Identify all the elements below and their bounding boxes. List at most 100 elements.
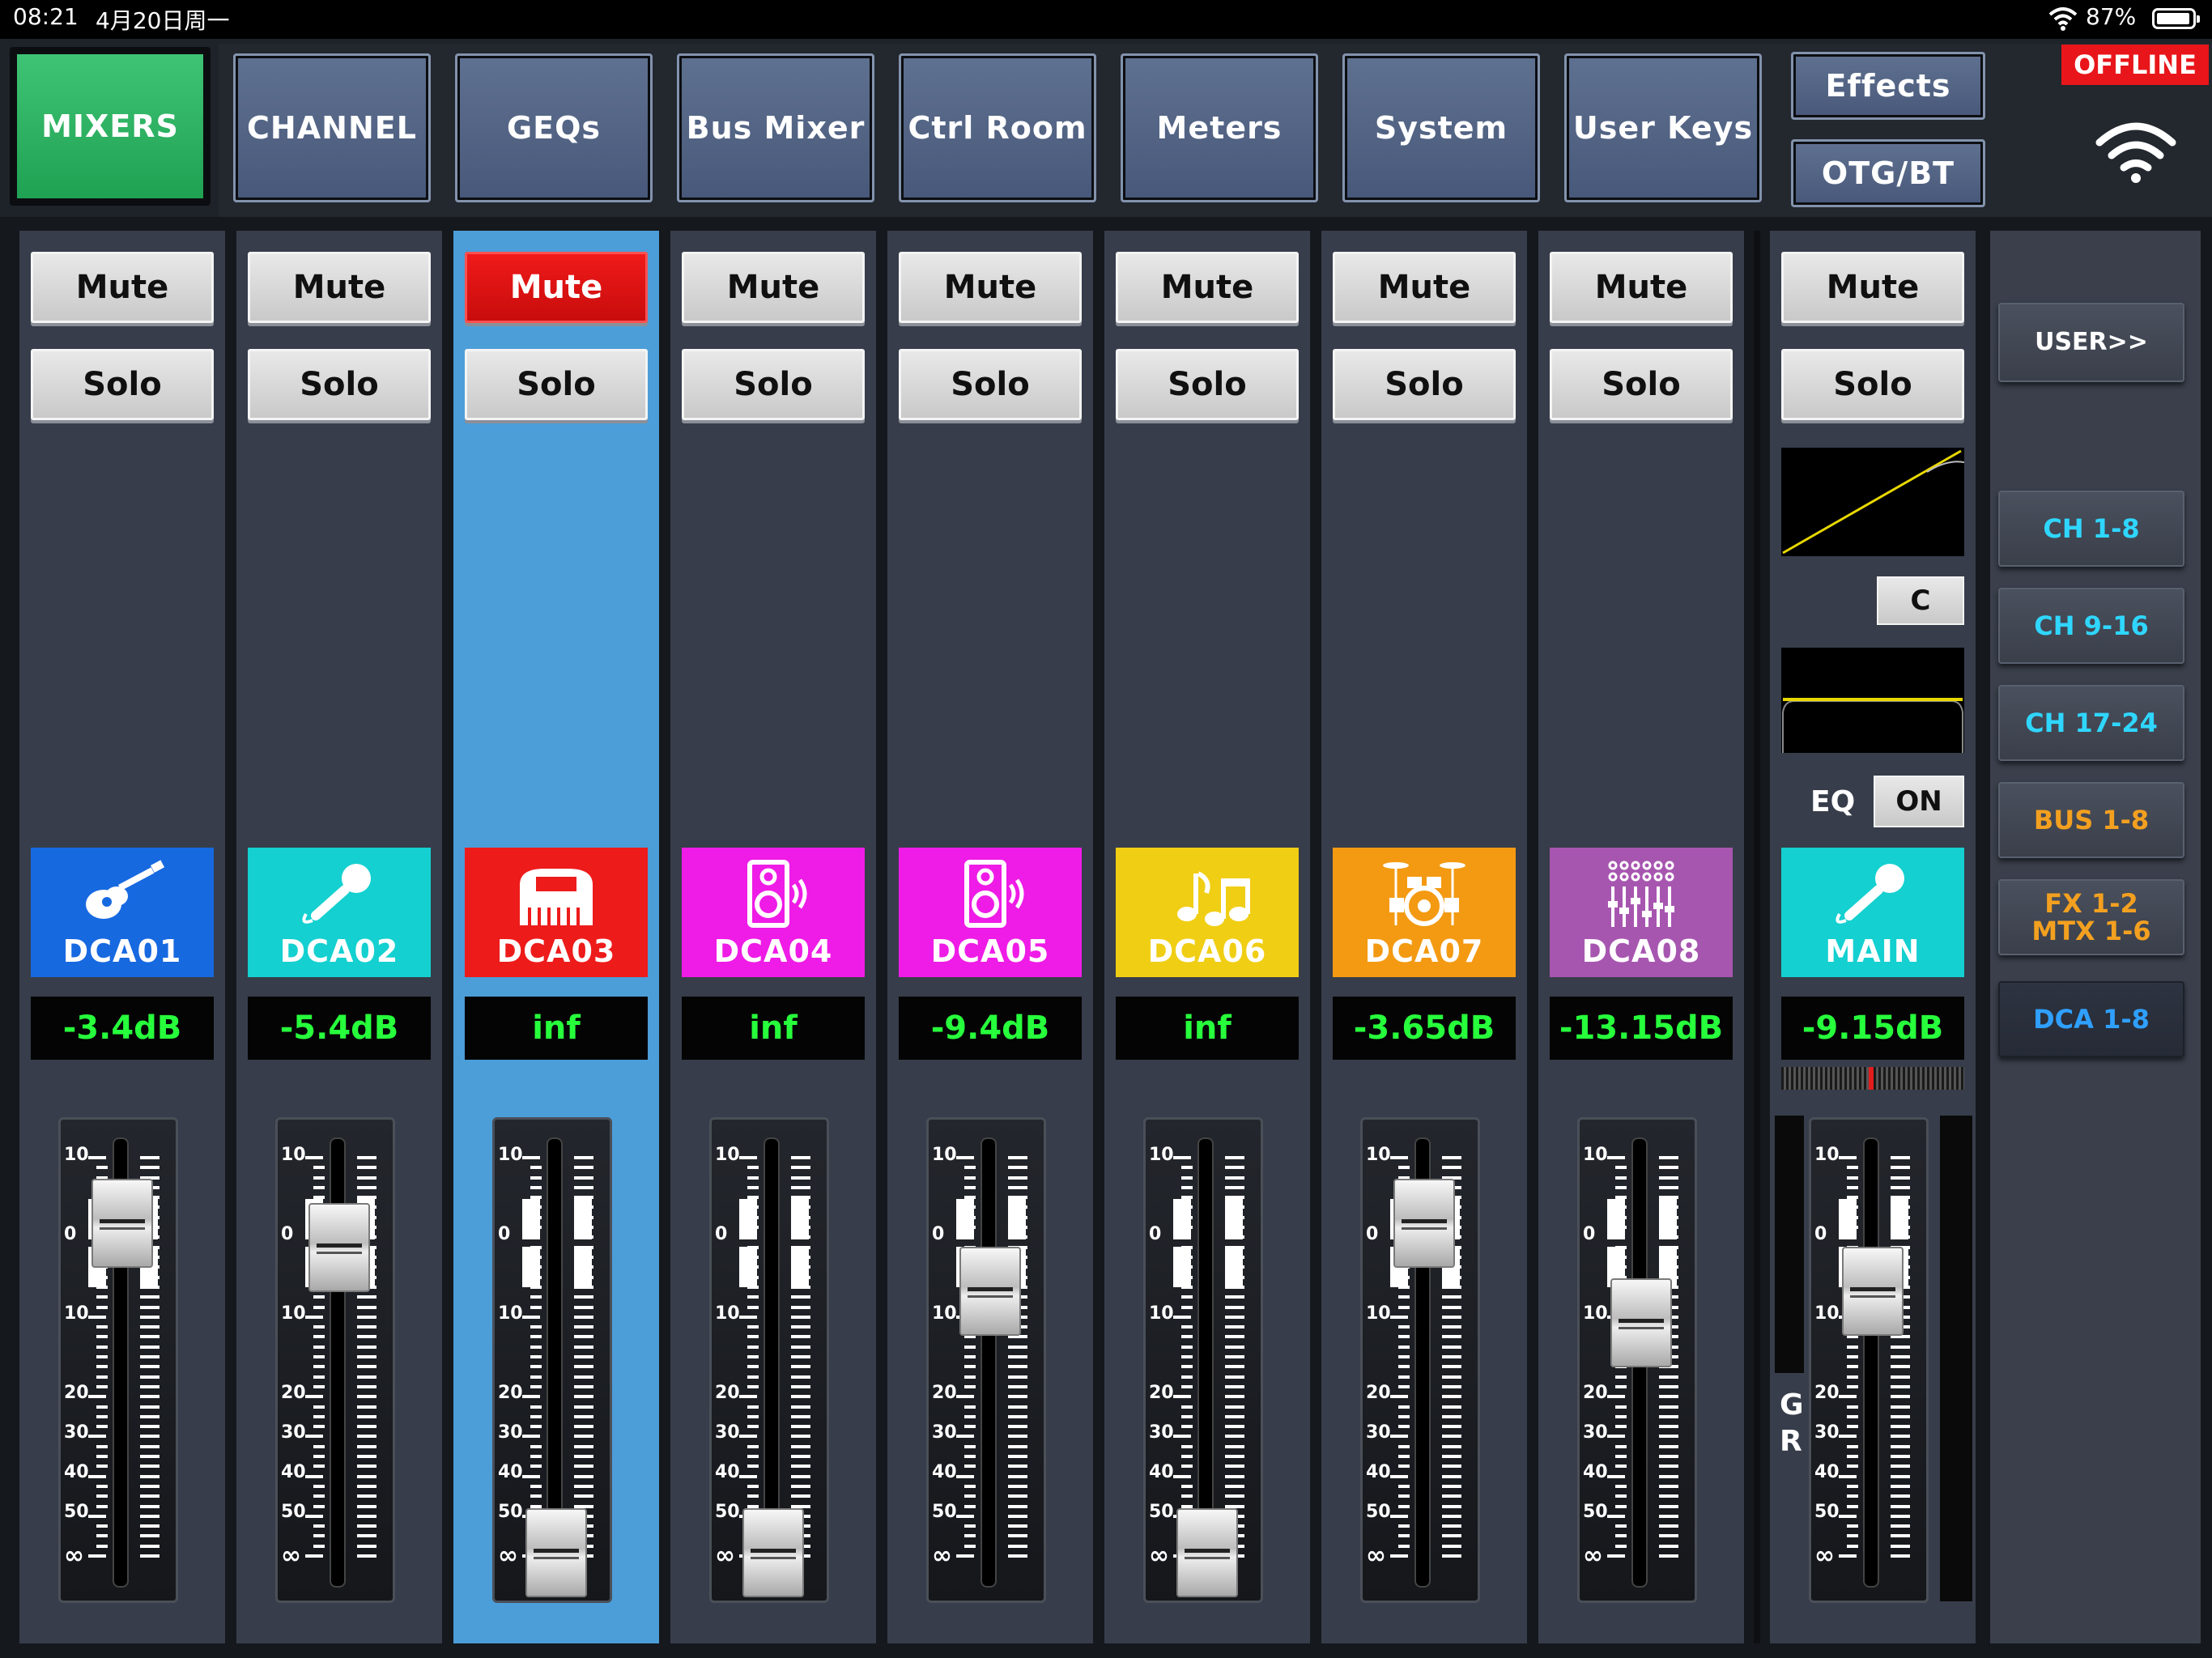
fader-cap[interactable] (959, 1247, 1021, 1336)
bank-button-dca-1-8[interactable]: DCA 1-8 (1998, 981, 2184, 1057)
tab-mixers[interactable]: MIXERS (6, 44, 214, 209)
fader-tick (747, 1494, 759, 1498)
fader-cap[interactable] (1393, 1179, 1455, 1268)
dynamics-graph[interactable] (1781, 448, 1964, 556)
fader-tick (530, 1176, 542, 1180)
bank-button-user[interactable]: USER>> (1998, 303, 2184, 382)
bank-button-bus-1-8[interactable]: BUS 1-8 (1998, 782, 2184, 858)
fader-tick (1847, 1355, 1858, 1358)
fader-tick (1008, 1534, 1027, 1537)
fader-tick (747, 1425, 759, 1428)
fader-tick (96, 1355, 108, 1358)
fader-tick (530, 1306, 542, 1309)
fader-tick (1659, 1445, 1678, 1448)
fader-scale-label: 10 (64, 1145, 89, 1165)
fader-tick (1398, 1524, 1410, 1528)
fader[interactable]: 10 0 10 20 30 40 50 ∞ (58, 1117, 178, 1603)
fader-tick (1615, 1485, 1627, 1488)
fader-tick (1008, 1415, 1027, 1418)
fader-tick (530, 1415, 542, 1418)
eq-on-button[interactable]: ON (1874, 776, 1964, 827)
fader-tick (1847, 1485, 1858, 1488)
tab-bus-mixer[interactable]: Bus Mixer (677, 53, 874, 202)
fader-tick (1008, 1445, 1027, 1448)
bank-button-ch-17-24[interactable]: CH 17-24 (1998, 685, 2184, 761)
fader-tick (791, 1425, 810, 1428)
fader-cap[interactable] (525, 1508, 587, 1597)
fader-tick (791, 1485, 810, 1488)
fader-scale-label: 0 (64, 1224, 77, 1244)
fader-tick (1390, 1395, 1408, 1398)
fader-tick (964, 1455, 976, 1458)
fader-cap[interactable] (1176, 1508, 1238, 1597)
fader-tick (747, 1176, 759, 1180)
status-time: 08:21 (13, 3, 79, 30)
fader-tick (1398, 1534, 1410, 1537)
fader-tick (530, 1375, 542, 1379)
eq-curve-graph[interactable] (1781, 648, 1964, 753)
fader-tick (574, 1475, 593, 1478)
bank-button-ch-1-8[interactable]: CH 1-8 (1998, 491, 2184, 567)
otg-bt-button[interactable]: OTG/BT (1791, 139, 1985, 207)
tab-meters[interactable]: Meters (1121, 53, 1318, 202)
bank-button-ch-9-16[interactable]: CH 9-16 (1998, 588, 2184, 664)
fader-tick (791, 1186, 810, 1189)
fader-tick (1891, 1415, 1910, 1418)
fader-tick (1615, 1425, 1627, 1428)
fader-tick (964, 1524, 976, 1528)
tab-user-keys[interactable]: User Keys (1564, 53, 1762, 202)
fader-tick (1891, 1494, 1910, 1498)
fader[interactable]: 10 0 10 20 30 40 50 ∞ (1143, 1117, 1263, 1603)
fader-tick (574, 1346, 593, 1349)
tab-system[interactable]: System (1342, 53, 1540, 202)
effects-button[interactable]: Effects (1791, 52, 1985, 120)
fader-tick (530, 1425, 542, 1428)
fader-cap[interactable] (91, 1179, 153, 1268)
fader-scale-label: 10 (1583, 1303, 1608, 1324)
fader-cap[interactable] (1610, 1278, 1672, 1367)
fader-scale-label: 30 (64, 1422, 89, 1443)
fader-tick (1891, 1365, 1910, 1368)
fader-tick (1615, 1445, 1627, 1448)
fader-tick (357, 1395, 376, 1398)
fader-tick (1181, 1445, 1193, 1448)
fader-tick (964, 1415, 976, 1418)
fader-tick (1442, 1425, 1461, 1428)
fader-scale-label: 10 (281, 1303, 306, 1324)
fader[interactable]: 10 0 10 20 30 40 50 ∞ (926, 1117, 1046, 1603)
fader-tick (574, 1186, 593, 1189)
fader-tick (140, 1365, 160, 1368)
fader-tick (357, 1295, 376, 1299)
fader-cap[interactable] (1842, 1247, 1904, 1336)
fader-tick (956, 1554, 974, 1558)
fader-tick (530, 1295, 542, 1299)
fader[interactable]: 10 0 10 20 30 40 50 ∞ (275, 1117, 395, 1603)
fader[interactable]: 10 0 10 20 30 40 50 ∞ (1360, 1117, 1480, 1603)
fader-tick (1442, 1475, 1461, 1478)
fader-tick (1891, 1186, 1910, 1189)
fader-tick (1442, 1375, 1461, 1379)
connection-wifi-icon[interactable] (2095, 115, 2176, 183)
tab-ctrl-room[interactable]: Ctrl Room (899, 53, 1096, 202)
fader-tick (522, 1435, 540, 1438)
fader[interactable]: 10 0 10 20 30 40 50 ∞ (1577, 1117, 1697, 1603)
fader-cap[interactable] (742, 1508, 804, 1597)
fader-tick (1847, 1445, 1858, 1448)
fader-unity-marker (522, 1199, 540, 1239)
fader-tick (313, 1524, 325, 1528)
fader-cap[interactable] (308, 1203, 370, 1292)
tab-channel[interactable]: CHANNEL (233, 53, 431, 202)
fader[interactable]: 10 0 10 20 30 40 50 ∞ (709, 1117, 829, 1603)
bank-button-fx-1-2-mtx-1-6[interactable]: FX 1-2 MTX 1-6 (1998, 879, 2184, 955)
fader-tick (522, 1316, 540, 1319)
fader-tick (1659, 1385, 1678, 1388)
fader[interactable]: 10 0 10 20 30 40 50 ∞ (492, 1117, 612, 1603)
fader-tick (140, 1534, 160, 1537)
compressor-c-button[interactable]: C (1877, 576, 1964, 625)
fader-tick (1659, 1375, 1678, 1379)
fader-tick (791, 1156, 810, 1159)
fader[interactable]: 10 0 10 20 30 40 50 ∞ (1809, 1117, 1929, 1603)
fader-tick (140, 1435, 160, 1438)
tab-geqs[interactable]: GEQs (455, 53, 653, 202)
fader-tick (1008, 1156, 1027, 1159)
